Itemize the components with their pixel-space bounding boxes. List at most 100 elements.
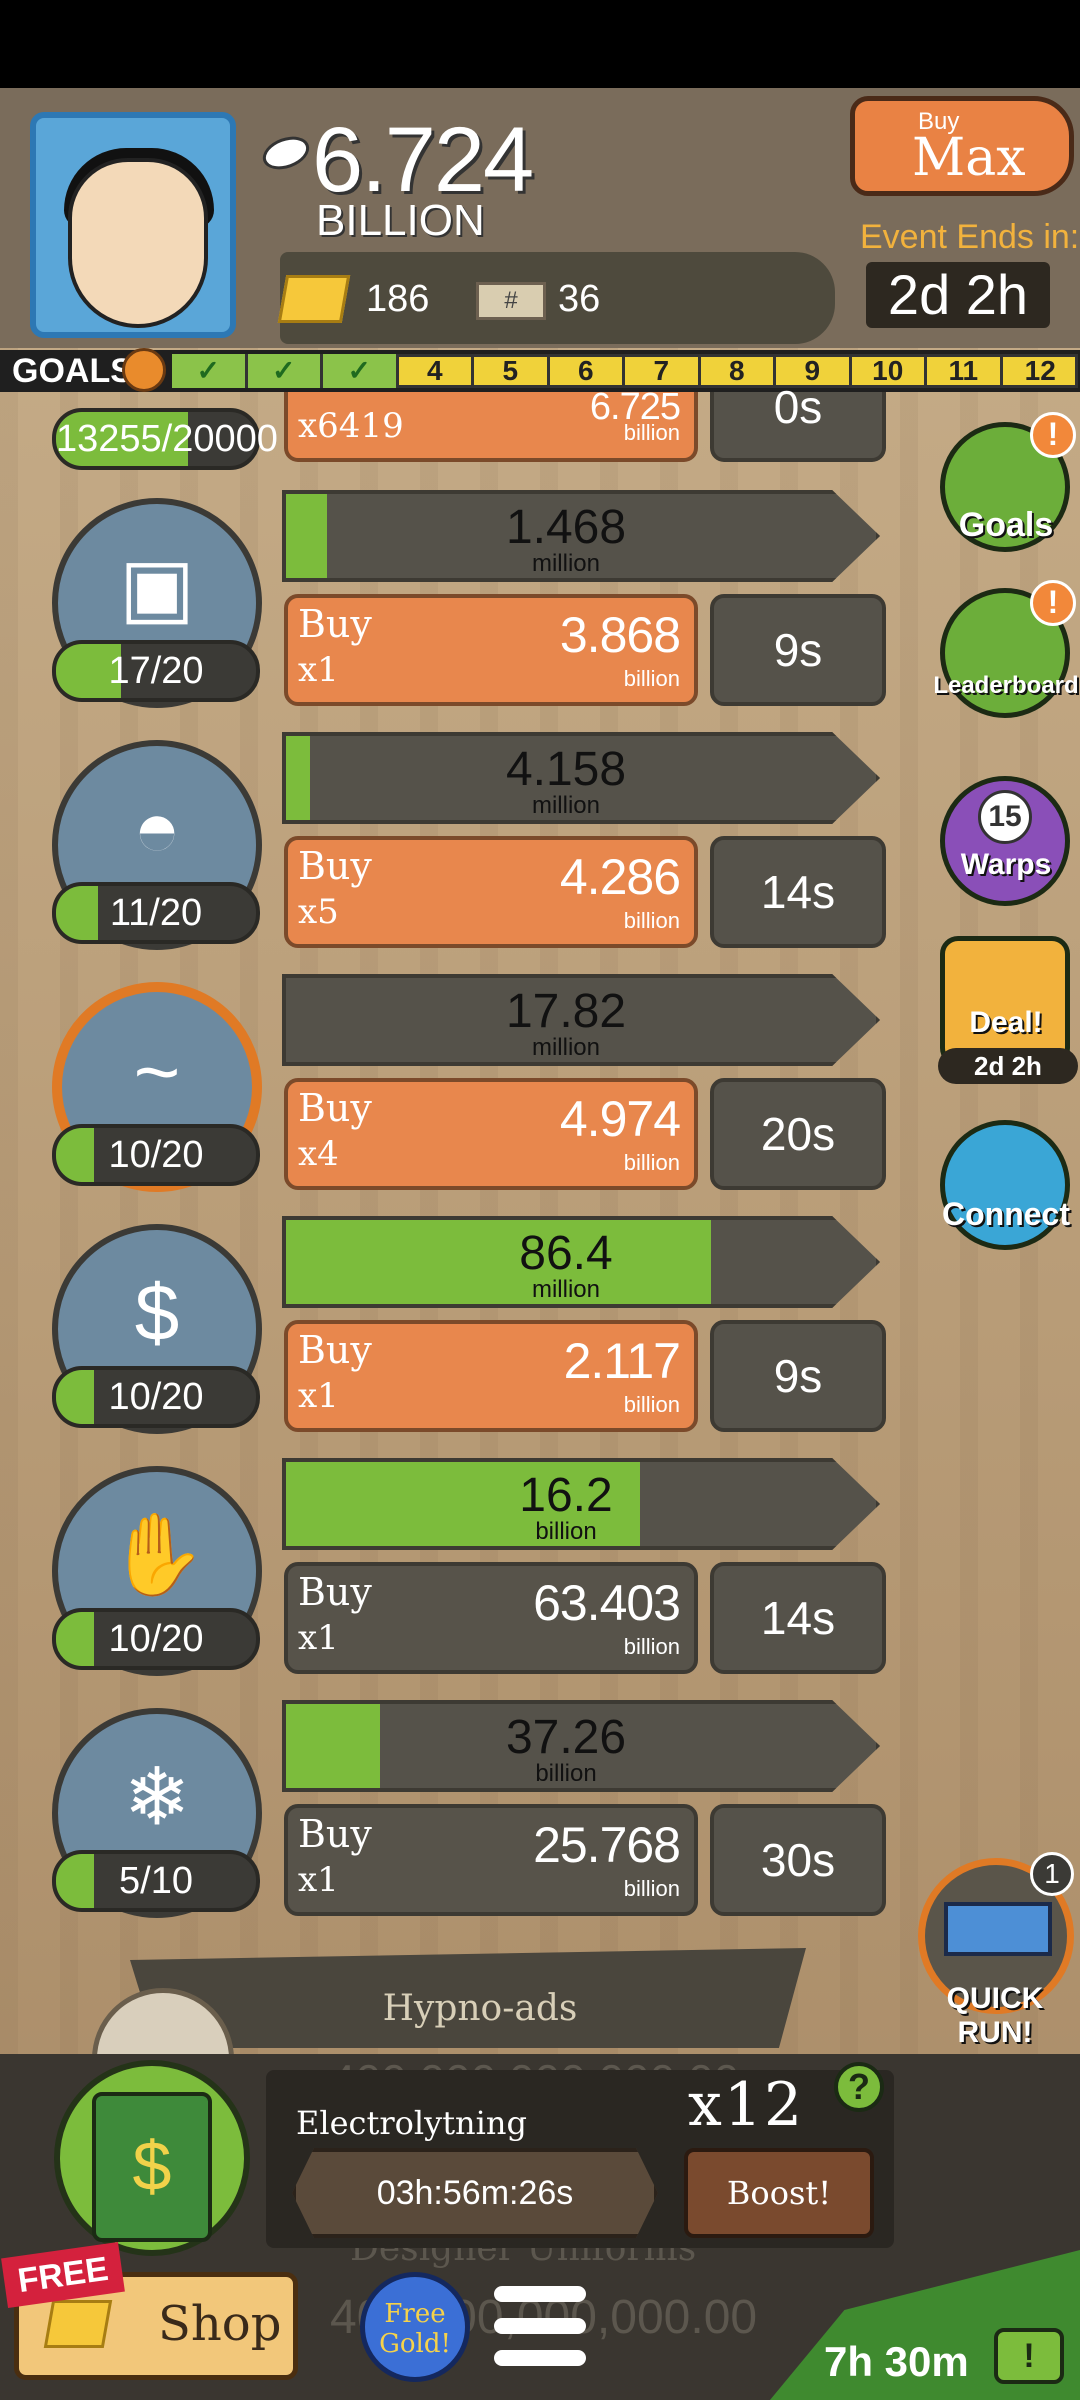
shop-label: Shop [158, 2296, 282, 2352]
alert-icon: ! [1030, 412, 1076, 458]
manager-name: Electrolytning [296, 2104, 527, 2142]
level-fill [56, 1854, 94, 1908]
buy-label: Buy [298, 1570, 372, 1614]
deal-button[interactable]: Deal! 2d 2h [938, 936, 1078, 1084]
gold-bars-icon [277, 275, 351, 323]
buy-cost-unit: billion [623, 1634, 680, 1659]
buy-multiplier: x1 [298, 1618, 339, 1658]
buy-cost-unit: billion [623, 908, 680, 933]
leaderboard-button-label: Leaderboard [933, 672, 1079, 699]
megabucks-icon: # [476, 282, 546, 320]
player-avatar[interactable] [30, 112, 236, 338]
buy-cost-unit: billion [623, 1150, 680, 1175]
revenue-value: 86.4 [519, 1227, 613, 1280]
locked-business-title: Hypno-ads [382, 1988, 578, 2029]
buy-cost: 4.974 [559, 1091, 681, 1147]
level-fill [56, 1612, 94, 1666]
level-fill [56, 1370, 94, 1424]
buy-multiplier: x6419 [298, 406, 404, 446]
level-text: 10/20 [108, 1618, 204, 1660]
level-fill [56, 886, 98, 940]
buy-label: Buy [298, 844, 372, 888]
manager-multiplier: x12 [688, 2070, 805, 2140]
gift-box-icon [940, 936, 1070, 1066]
goal-cell: 6 [550, 354, 625, 388]
gift-icon [122, 348, 166, 392]
quick-run-label: QUICK RUN! [946, 1982, 1044, 2049]
tv-icon[interactable]: ! [994, 2328, 1064, 2384]
revenue-unit: million [531, 1034, 600, 1061]
hamburger-icon [494, 2350, 586, 2366]
buy-cost-unit: billion [623, 420, 680, 445]
revenue-value: 1.468 [505, 501, 627, 554]
level-text: 11/20 [109, 892, 203, 934]
goals-button-label: Goals [958, 506, 1054, 544]
leaderboard-button[interactable]: Leaderboard ! [933, 580, 1079, 718]
revenue-value: 16.2 [519, 1469, 613, 1522]
buy-max-bottom-label: Max [912, 128, 1026, 188]
buy-button[interactable]: x6419 6.725 billion [284, 386, 698, 462]
buy-multiplier: x1 [298, 1860, 339, 1900]
megabucks-count: 36 [558, 278, 601, 320]
buy-multiplier: x1 [298, 1376, 339, 1416]
warps-button[interactable]: 15 Warps [940, 776, 1070, 906]
revenue-value: 17.82 [505, 985, 627, 1038]
goals-button[interactable]: Goals ! [940, 412, 1076, 552]
level-badge: 13255/20000 [52, 408, 278, 470]
buy-cost: 3.868 [559, 607, 681, 663]
business-timer: 0s [710, 384, 886, 462]
buy-cost: 25.768 [533, 1817, 681, 1873]
goal-cell: 8 [701, 354, 776, 388]
glove-icon: ✋ [107, 1510, 207, 1600]
boost-button[interactable]: Boost! [684, 2148, 874, 2238]
level-text: 10/20 [108, 1134, 204, 1176]
avatar-face [68, 158, 208, 328]
revenue-progress-bar[interactable]: 4.158 million [282, 732, 880, 824]
connect-button[interactable]: Connect [940, 1120, 1070, 1250]
revenue-progress-bar[interactable]: 17.82 million [282, 974, 880, 1066]
business-timer: 20s [710, 1078, 886, 1190]
frozen-chair-icon: ❄ [123, 1752, 191, 1842]
level-badge: 10/20 [52, 1366, 260, 1428]
business-timer: 14s [710, 1562, 886, 1674]
buy-button[interactable]: Buy x1 63.403 billion [284, 1562, 698, 1674]
buy-button[interactable]: Buy x1 25.768 billion [284, 1804, 698, 1916]
ping-pong-table-icon [944, 1902, 1052, 1956]
revenue-progress-bar[interactable]: 1.468 million [282, 490, 880, 582]
tv-ad-timer: 7h 30m [824, 2338, 969, 2385]
event-ends-label: Event Ends in: [860, 218, 1080, 256]
revenue-unit: billion [535, 1518, 597, 1545]
menu-button[interactable] [494, 2286, 586, 2366]
free-gold-button[interactable]: Free Gold! [360, 2272, 470, 2382]
alert-icon: ! [1030, 580, 1076, 626]
buy-multiplier: x4 [298, 1134, 339, 1174]
business-timer: 14s [710, 836, 886, 948]
trash-can-icon: $ [92, 2092, 212, 2242]
revenue-unit: million [531, 792, 600, 819]
buy-cost: 63.403 [533, 1575, 681, 1631]
buy-button[interactable]: Buy x5 4.286 billion [284, 836, 698, 948]
buy-label: Buy [298, 1812, 372, 1856]
revenue-progress-bar[interactable]: 86.4 million [282, 1216, 880, 1308]
goal-cell: 4 [399, 354, 474, 388]
buy-button[interactable]: Buy x1 2.117 billion [284, 1320, 698, 1432]
level-badge: 5/10 [52, 1850, 260, 1912]
buy-cost: 2.117 [563, 1333, 681, 1389]
manager-timer: 03h:56m:26s [292, 2148, 658, 2238]
business-timer: 30s [710, 1804, 886, 1916]
goal-cell: 11 [927, 354, 1003, 388]
business-timer: 9s [710, 594, 886, 706]
revenue-progress-bar[interactable]: 16.2 billion [282, 1458, 880, 1550]
level-fill [56, 1128, 94, 1182]
buy-cost-unit: billion [623, 666, 680, 691]
warps-button-label: Warps [960, 848, 1052, 881]
money-unit: BILLION [316, 196, 485, 245]
help-button[interactable]: ? [834, 2062, 884, 2112]
buy-button[interactable]: Buy x4 4.974 billion [284, 1078, 698, 1190]
buy-button[interactable]: Buy x1 3.868 billion [284, 594, 698, 706]
revenue-unit: million [531, 550, 600, 577]
level-badge: 11/20 [52, 882, 260, 944]
sandwich-box-icon: ▣ [119, 542, 195, 632]
revenue-progress-bar[interactable]: 37.26 billion [282, 1700, 880, 1792]
buy-cost-unit: billion [623, 1392, 680, 1417]
